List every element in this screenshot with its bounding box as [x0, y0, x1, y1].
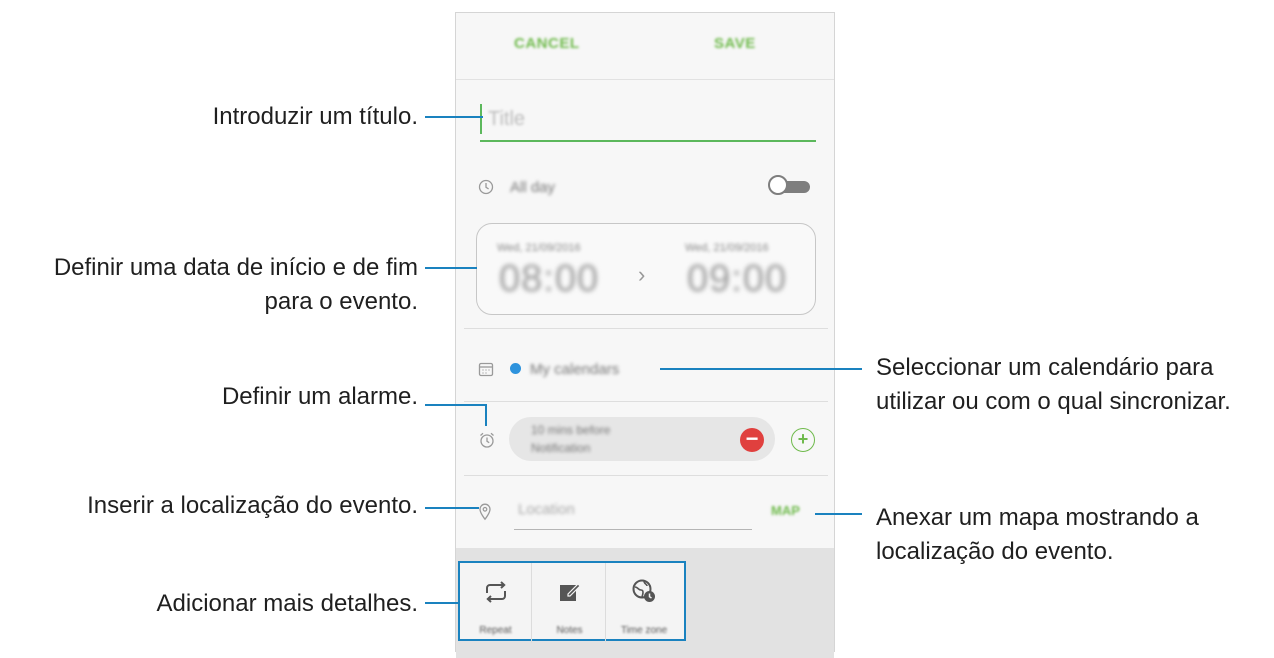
- end-time[interactable]: 09:00: [687, 258, 787, 301]
- alarm-icon: [478, 431, 496, 452]
- location-pin-icon: [478, 503, 492, 524]
- reminder-pill[interactable]: 10 mins before Notification: [509, 417, 775, 461]
- calendar-icon: [478, 361, 494, 380]
- cancel-button[interactable]: CANCEL: [514, 35, 580, 52]
- date-range-selector[interactable]: Wed, 21/09/2016 08:00 › Wed, 21/09/2016 …: [476, 223, 816, 315]
- add-reminder-button[interactable]: +: [791, 428, 815, 452]
- callout-line-location: [425, 507, 479, 509]
- callout-title: Introduzir um título.: [212, 103, 418, 130]
- all-day-toggle[interactable]: [768, 175, 814, 197]
- callout-map-line2: localização do evento.: [876, 538, 1114, 565]
- callout-line-calendar: [660, 368, 862, 370]
- calendar-selector[interactable]: My calendars: [530, 361, 619, 378]
- callout-line-map: [815, 513, 862, 515]
- title-placeholder: Title: [488, 108, 526, 130]
- location-underline: [514, 529, 752, 530]
- event-editor-screen: CANCEL SAVE Title All day Wed, 21/09/201…: [455, 12, 835, 658]
- details-bar: Repeat Notes Time zone: [458, 561, 686, 643]
- all-day-label: All day: [510, 179, 556, 196]
- location-input[interactable]: Location: [518, 501, 575, 518]
- toggle-knob: [768, 175, 788, 195]
- calendar-color-dot: [510, 363, 521, 374]
- repeat-button[interactable]: Repeat: [460, 563, 532, 643]
- text-cursor: [480, 104, 482, 134]
- callout-location: Inserir a localização do evento.: [87, 492, 418, 519]
- divider: [464, 475, 828, 476]
- notes-label: Notes: [556, 625, 583, 636]
- callout-calendar-line2: utilizar ou com o qual sincronizar.: [876, 388, 1231, 415]
- callout-line-dates: [425, 267, 477, 269]
- all-day-row: All day: [478, 173, 818, 203]
- divider: [464, 328, 828, 329]
- title-input[interactable]: Title: [480, 100, 816, 142]
- callout-alarm: Definir um alarme.: [221, 383, 418, 410]
- callout-line-title: [425, 116, 483, 118]
- notes-icon: [534, 579, 605, 610]
- repeat-icon: [460, 579, 531, 610]
- callout-line-alarm-drop: [485, 404, 487, 426]
- callout-details: Adicionar mais detalhes.: [156, 590, 418, 617]
- callout-dates-line1: Definir uma data de início e de fim: [53, 254, 418, 281]
- callout-calendar-line1: Seleccionar um calendário para: [876, 354, 1214, 381]
- top-action-bar: CANCEL SAVE: [456, 13, 834, 80]
- callout-dates-line2: para o evento.: [264, 288, 418, 315]
- reminder-type: Notification: [531, 441, 591, 455]
- start-time[interactable]: 08:00: [499, 258, 599, 301]
- repeat-label: Repeat: [479, 625, 512, 636]
- end-date[interactable]: Wed, 21/09/2016: [685, 242, 769, 254]
- remove-reminder-button[interactable]: −: [740, 428, 764, 452]
- callout-line-details: [425, 602, 460, 604]
- divider: [464, 401, 828, 402]
- notes-button[interactable]: Notes: [534, 563, 606, 643]
- chevron-right-icon: ›: [638, 262, 646, 287]
- time-zone-label: Time zone: [620, 625, 668, 636]
- start-date[interactable]: Wed, 21/09/2016: [497, 242, 581, 254]
- callout-line-alarm: [425, 404, 487, 406]
- map-button[interactable]: MAP: [771, 503, 800, 518]
- reminder-time: 10 mins before: [531, 423, 611, 437]
- clock-icon: [478, 179, 494, 198]
- time-zone-icon: [608, 579, 680, 610]
- callout-map-line1: Anexar um mapa mostrando a: [876, 504, 1199, 531]
- time-zone-button[interactable]: Time zone: [608, 563, 680, 643]
- save-button[interactable]: SAVE: [714, 35, 756, 52]
